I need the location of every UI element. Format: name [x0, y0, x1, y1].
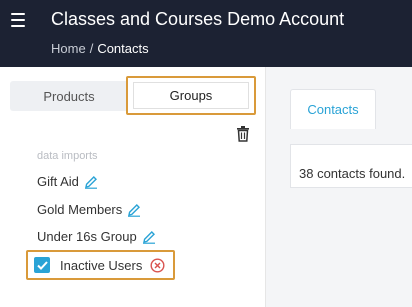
contacts-results-box: 38 contacts found. — [290, 144, 412, 188]
group-item-under-16s[interactable]: Under 16s Group — [37, 229, 156, 244]
top-bar: Classes and Courses Demo Account Home / Co… — [0, 0, 412, 67]
app-title: Classes and Courses Demo Account — [51, 9, 345, 29]
group-label: Inactive Users — [60, 257, 143, 273]
edit-pencil-icon[interactable] — [142, 230, 156, 244]
panel-tabs: Products Groups — [10, 76, 256, 115]
tab-products[interactable]: Products — [10, 81, 128, 111]
tab-groups[interactable]: Groups — [133, 82, 249, 109]
tab-contacts[interactable]: Contacts — [290, 89, 376, 129]
breadcrumb-separator: / — [89, 41, 94, 56]
group-item-gold-members[interactable]: Gold Members — [37, 202, 141, 217]
breadcrumb-current: Contacts — [97, 41, 149, 56]
checkmark-icon — [36, 260, 48, 270]
edit-pencil-icon[interactable] — [127, 203, 141, 217]
group-label: Gold Members — [37, 202, 123, 217]
edit-pencil-icon[interactable] — [84, 175, 98, 189]
group-item-inactive-users[interactable]: Inactive Users — [26, 250, 175, 280]
groups-panel: Products Groups data imports Gift Aid Go… — [0, 67, 266, 307]
hamburger-menu-icon[interactable] — [11, 13, 25, 27]
group-item-gift-aid[interactable]: Gift Aid — [37, 174, 98, 189]
contacts-panel: Contacts 38 contacts found. — [266, 67, 412, 307]
contacts-count-text: 38 contacts found. — [299, 166, 406, 181]
tab-groups-highlight[interactable]: Groups — [126, 76, 256, 115]
breadcrumb-home-link[interactable]: Home — [51, 41, 86, 56]
remove-circle-x-icon[interactable] — [150, 257, 165, 273]
group-label: Gift Aid — [37, 174, 79, 189]
group-checkbox[interactable] — [34, 257, 50, 273]
section-label-data-imports: data imports — [37, 150, 98, 162]
trash-icon[interactable] — [236, 126, 250, 142]
breadcrumb: Home / Contacts — [51, 41, 149, 56]
group-label: Under 16s Group — [37, 229, 137, 244]
